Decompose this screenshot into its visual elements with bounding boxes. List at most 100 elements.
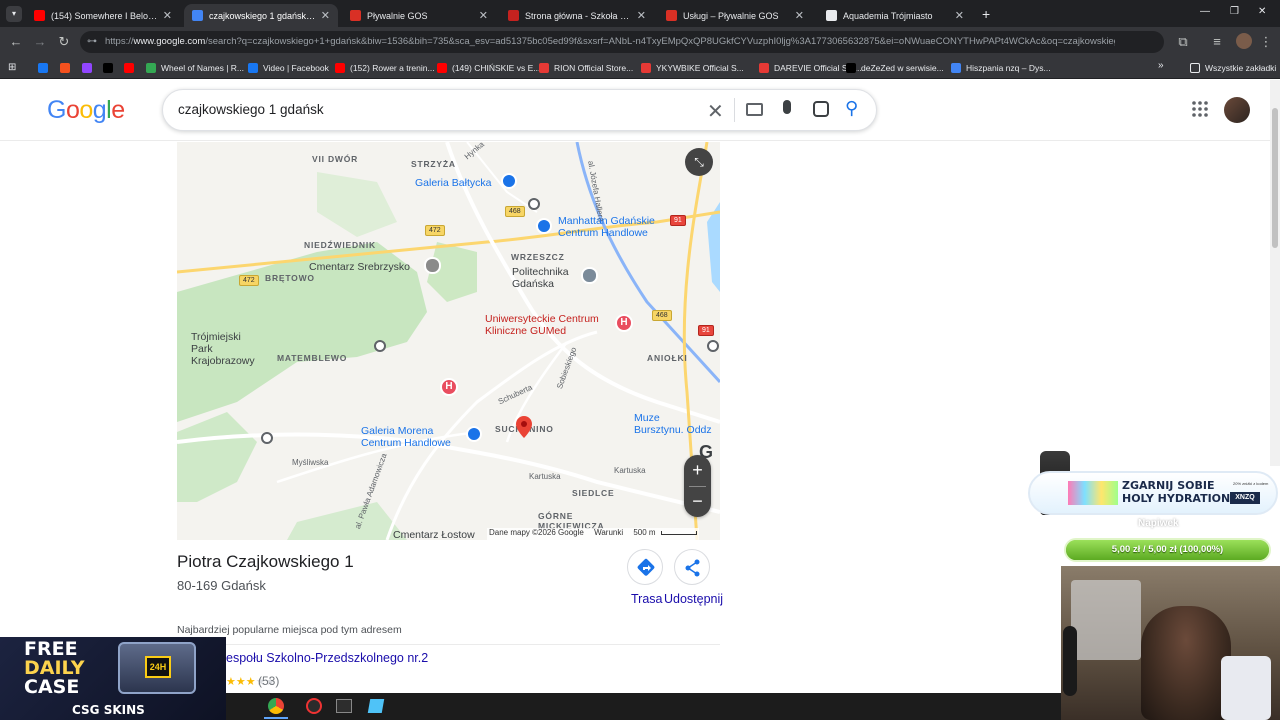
bookmark-item[interactable]: Wheel of Names | R... xyxy=(146,61,244,75)
profile-avatar[interactable] xyxy=(1236,33,1252,49)
logo-letter: g xyxy=(92,96,107,124)
bookmark-favicon-icon xyxy=(124,63,134,73)
shopping-icon[interactable] xyxy=(466,426,482,442)
zoom-control: + − xyxy=(684,455,711,517)
site-info-icon[interactable]: ⊶ xyxy=(87,36,99,48)
bookmark-item[interactable] xyxy=(103,61,118,75)
case-box-icon: 24H xyxy=(118,642,196,694)
minimize-window-button[interactable]: — xyxy=(1200,6,1210,17)
bookmark-item[interactable]: (149) CHIŃSKIE vs E... xyxy=(437,61,540,75)
case-ad-overlay: FREE DAILY CASE 24H CSG SKINS xyxy=(0,637,226,720)
google-apps-icon[interactable] xyxy=(1192,101,1208,117)
terminal-icon[interactable] xyxy=(336,699,352,713)
bookmark-item[interactable]: YKYWBIKE Official S... xyxy=(641,61,744,75)
account-avatar[interactable] xyxy=(1224,97,1250,123)
google-logo[interactable]: Google xyxy=(47,96,125,125)
star-icon: ★ xyxy=(226,676,236,688)
back-icon[interactable]: ← xyxy=(8,34,24,50)
hospital-icon[interactable]: H xyxy=(440,378,458,396)
school-result-link[interactable]: espołu Szkolno-Przedszkolnego nr.2 xyxy=(226,651,428,665)
zoom-out-button[interactable]: − xyxy=(684,486,711,517)
close-tab-icon[interactable]: ✕ xyxy=(637,9,646,22)
url-text[interactable]: https://www.google.com/search?q=czajkows… xyxy=(105,36,1115,47)
bookmark-label: Wheel of Names | R... xyxy=(161,63,244,73)
address-bar[interactable]: ⊶ https://www.google.com/search?q=czajko… xyxy=(80,31,1164,53)
microphone-icon[interactable] xyxy=(783,100,791,114)
apps-grid-icon[interactable]: ⊞ xyxy=(8,62,19,73)
bookmark-item[interactable]: Hiszpania nzq – Dys... xyxy=(951,61,1051,75)
share-button[interactable] xyxy=(674,549,710,585)
browser-tab[interactable]: Aquademia Trójmiasto ✕ xyxy=(818,4,972,27)
forward-icon[interactable]: → xyxy=(32,34,48,50)
browser-tab[interactable]: czajkowskiego 1 gdańsk - Szuk ✕ xyxy=(184,4,338,27)
transit-icon[interactable] xyxy=(528,198,540,210)
reading-list-icon[interactable]: ≡ xyxy=(1209,34,1225,50)
menu-icon[interactable]: ⋮ xyxy=(1258,34,1274,50)
fullscreen-icon[interactable]: ⤡ xyxy=(685,148,713,176)
road-number-badge: 468 xyxy=(505,206,525,217)
browser-tab[interactable]: Strona główna - Szkoła Podstaw ✕ xyxy=(500,4,654,27)
school-icon[interactable] xyxy=(581,267,598,284)
app-icon[interactable] xyxy=(367,699,385,713)
map-label[interactable]: Galeria Bałtycka xyxy=(415,177,491,189)
close-tab-icon[interactable]: ✕ xyxy=(795,9,804,22)
share-icon xyxy=(685,559,700,577)
tab-title: czajkowskiego 1 gdańsk - Szuk xyxy=(209,10,317,21)
scrollbar-thumb[interactable] xyxy=(1272,108,1278,248)
transit-icon[interactable] xyxy=(261,432,273,444)
bookmark-item[interactable]: Video | Facebook xyxy=(248,61,329,75)
bookmark-item[interactable]: RION Official Store... xyxy=(539,61,633,75)
shopping-icon[interactable] xyxy=(501,173,517,189)
browser-tab[interactable]: (154) Somewhere I Belong (Offi ✕ xyxy=(26,4,180,27)
map[interactable]: VII DWÓR STRZYŻA Hynka Galeria Bałtycka al. … xyxy=(177,142,720,540)
browser-tab[interactable]: Usługi – Pływalnie GOS ✕ xyxy=(658,4,812,27)
bookmark-item[interactable] xyxy=(82,61,97,75)
close-window-button[interactable]: ✕ xyxy=(1258,6,1266,17)
star-icon: ★ xyxy=(235,676,246,688)
close-tab-icon[interactable]: ✕ xyxy=(321,9,330,22)
transit-icon[interactable] xyxy=(707,340,719,352)
search-icon[interactable]: ⚲ xyxy=(845,98,858,119)
chrome-icon[interactable] xyxy=(268,698,284,714)
map-label: MATEMBLEWO xyxy=(277,353,348,363)
map-label: Kartuska xyxy=(529,472,561,481)
keyboard-icon[interactable] xyxy=(746,103,763,116)
directions-button[interactable] xyxy=(627,549,663,585)
monument-icon[interactable] xyxy=(424,257,441,274)
zoom-in-button[interactable]: + xyxy=(684,455,711,486)
obs-icon[interactable] xyxy=(306,698,322,714)
close-tab-icon[interactable]: ✕ xyxy=(163,9,172,22)
share-label[interactable]: Udostępnij xyxy=(664,592,723,606)
shopping-icon[interactable] xyxy=(536,218,552,234)
map-terms-link[interactable]: Warunki xyxy=(594,528,623,537)
maximize-window-button[interactable]: ❐ xyxy=(1230,6,1239,17)
search-query[interactable]: czajkowskiego 1 gdańsk xyxy=(178,102,324,117)
bookmark-item[interactable]: deZeZed w serwisie... xyxy=(846,61,944,75)
directions-label[interactable]: Trasa xyxy=(631,592,663,606)
bookmark-item[interactable] xyxy=(60,61,75,75)
page-scrollbar[interactable] xyxy=(1270,80,1280,466)
bookmark-item[interactable] xyxy=(124,61,139,75)
road-number-badge: 472 xyxy=(239,275,259,286)
close-tab-icon[interactable]: ✕ xyxy=(955,9,964,22)
map-label[interactable]: Galeria Morena Centrum Handlowe xyxy=(361,425,451,449)
clear-icon[interactable]: ✕ xyxy=(707,99,724,124)
bookmark-item[interactable]: (152) Rower a trenin... xyxy=(335,61,435,75)
tip-headline-1: ZGARNIJ SOBIE xyxy=(1122,479,1215,492)
map-label[interactable]: Muze Bursztynu. Oddz xyxy=(634,412,712,436)
lens-icon[interactable] xyxy=(813,101,829,117)
map-label[interactable]: Manhattan Gdańskie Centrum Handlowe xyxy=(558,215,655,239)
close-tab-icon[interactable]: ✕ xyxy=(479,9,488,22)
reload-icon[interactable]: ↻ xyxy=(56,34,72,50)
map-label[interactable]: Uniwersyteckie Centrum Kliniczne GUMed xyxy=(485,313,599,337)
more-bookmarks-icon[interactable]: » xyxy=(1158,60,1164,71)
new-tab-button[interactable]: + xyxy=(982,6,990,22)
browser-tab[interactable]: Pływalnie GOS ✕ xyxy=(342,4,496,27)
bookmark-item[interactable] xyxy=(38,61,53,75)
all-bookmarks-folder[interactable]: Wszystkie zakładki xyxy=(1190,61,1276,75)
location-pin-icon[interactable] xyxy=(516,416,532,438)
tab-search-button[interactable]: ▾ xyxy=(6,6,22,22)
transit-icon[interactable] xyxy=(374,340,386,352)
hospital-icon[interactable]: H xyxy=(615,314,633,332)
extensions-icon[interactable]: ⧉ xyxy=(1175,34,1191,50)
